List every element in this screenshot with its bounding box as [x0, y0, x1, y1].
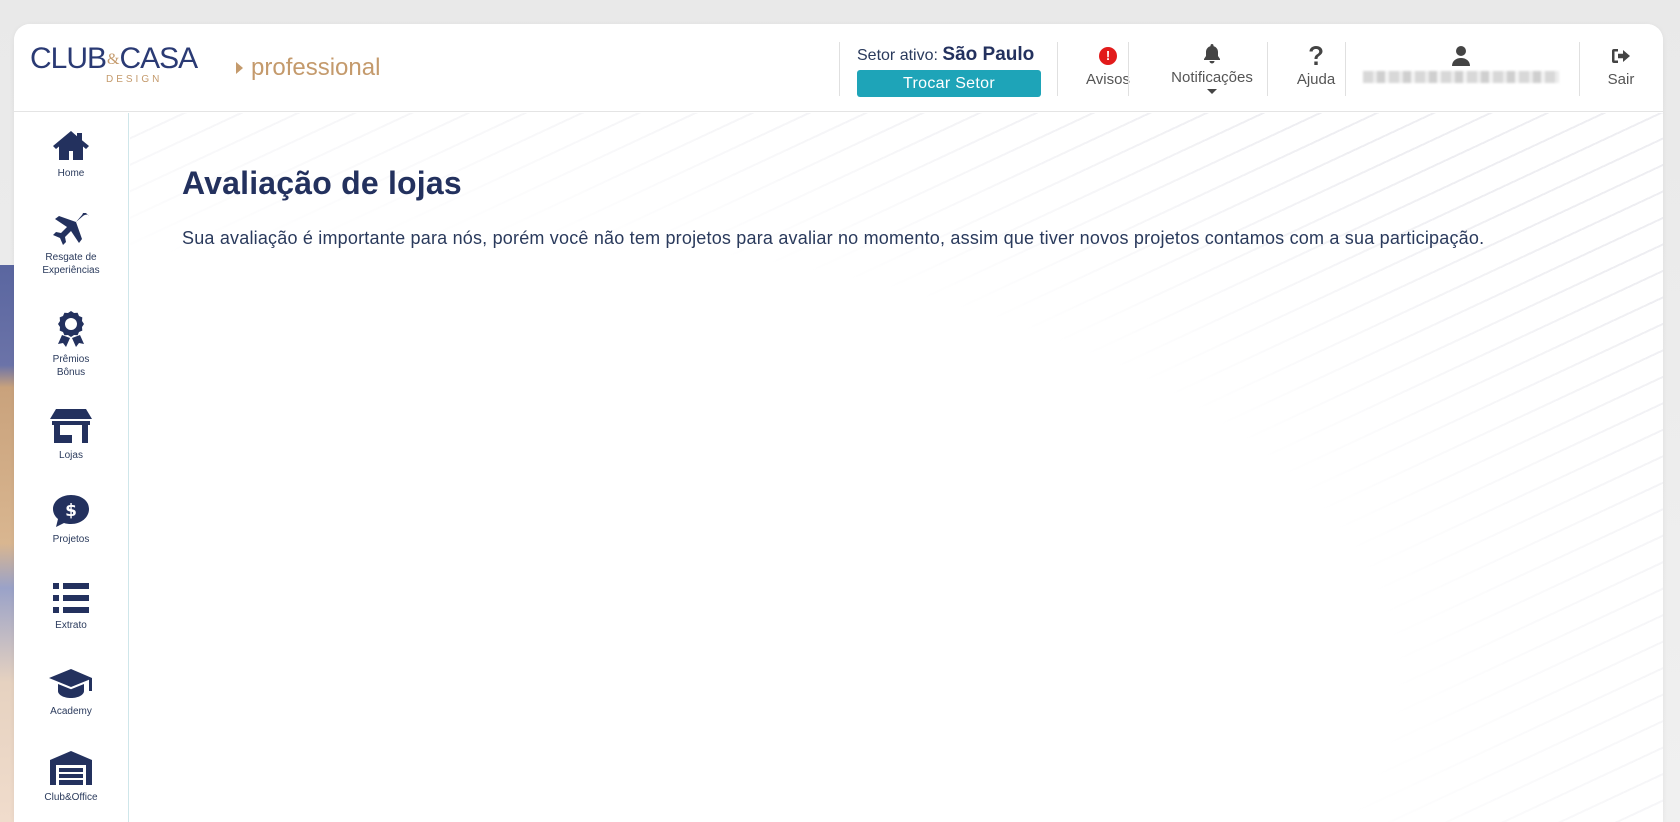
warehouse-icon	[50, 751, 92, 785]
bell-icon	[1203, 42, 1221, 66]
header-divider	[1267, 42, 1268, 96]
main-content: Avaliação de lojas Sua avaliação é impor…	[130, 113, 1663, 822]
sidebar-item-projetos[interactable]: $ Projetos	[14, 495, 128, 546]
sidebar-item-resgate-experiencias[interactable]: Resgate de Experiências	[14, 213, 128, 277]
sidebar-item-extrato[interactable]: Extrato	[14, 583, 128, 632]
app-window: CLUB&CASA DESIGN professional Setor ativ…	[14, 24, 1663, 822]
logout-button[interactable]: Sair	[1596, 44, 1646, 100]
sidebar-item-club-office[interactable]: Club&Office	[14, 751, 128, 804]
sidebar-item-home[interactable]: Home	[14, 129, 128, 180]
header-divider	[1579, 42, 1580, 96]
caret-right-icon	[236, 62, 243, 74]
header-divider	[839, 42, 840, 96]
graduation-cap-icon	[49, 669, 92, 698]
sidebar-item-academy[interactable]: Academy	[14, 669, 128, 718]
page-description: Sua avaliação é importante para nós, por…	[182, 228, 1485, 248]
background-decoration	[0, 265, 14, 822]
alerts-button[interactable]: ! Avisos	[1068, 44, 1148, 100]
home-icon	[53, 131, 89, 160]
page-title: Avaliação de lojas	[182, 165, 462, 201]
sector-value: São Paulo	[942, 44, 1035, 65]
award-icon	[58, 311, 84, 347]
help-button[interactable]: Ajuda	[1276, 44, 1356, 100]
logo-wordmark: CLUB&CASA	[30, 42, 198, 75]
sign-out-icon	[1611, 44, 1631, 68]
sidebar-item-premios-bonus[interactable]: Prêmios Bônus	[14, 311, 128, 379]
dollar-chat-icon: $	[53, 495, 89, 527]
user-name-redacted	[1363, 71, 1559, 83]
notifications-button[interactable]: Notificações	[1152, 42, 1272, 98]
question-icon	[1309, 44, 1323, 68]
alert-badge-icon: !	[1099, 47, 1117, 65]
user-icon	[1452, 44, 1470, 68]
header-divider	[1345, 42, 1346, 96]
list-icon	[53, 583, 89, 613]
sidebar-nav: Home Resgate de Experiências Prêmios Bôn…	[14, 113, 129, 822]
sidebar-item-lojas[interactable]: Lojas	[14, 409, 128, 462]
product-label: professional	[236, 54, 380, 82]
sector-label: Setor ativo: São Paulo	[857, 44, 1035, 65]
swap-sector-button[interactable]: Trocar Setor	[857, 70, 1041, 97]
club-casa-logo[interactable]: CLUB&CASA DESIGN	[30, 42, 220, 94]
chevron-down-icon	[1207, 89, 1217, 94]
active-sector: Setor ativo: São Paulo Trocar Setor	[857, 44, 1057, 104]
logo-subtitle: DESIGN	[106, 74, 163, 85]
store-icon	[50, 409, 92, 443]
header-divider	[1128, 42, 1129, 96]
svg-text:$: $	[65, 501, 77, 521]
plane-icon	[53, 213, 89, 245]
header-divider	[1057, 42, 1058, 96]
top-header: CLUB&CASA DESIGN professional Setor ativ…	[14, 24, 1663, 112]
